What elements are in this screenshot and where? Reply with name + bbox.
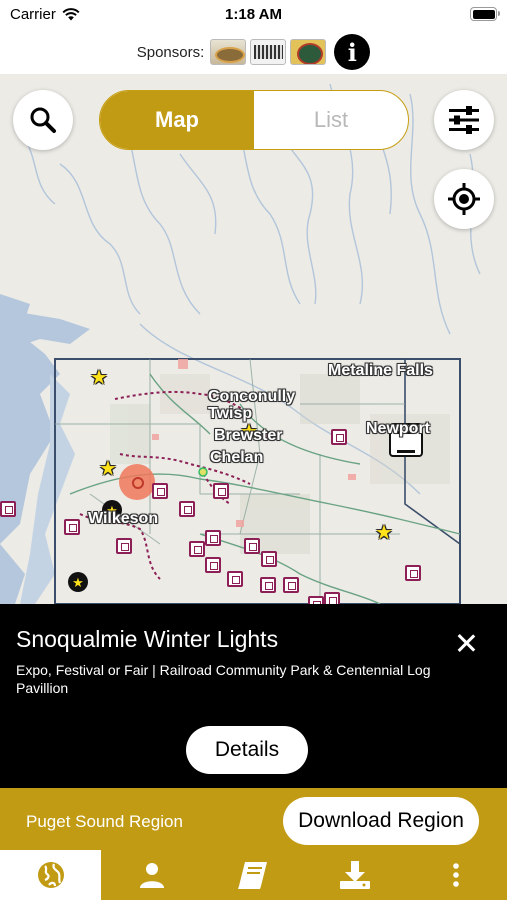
- crosshair-icon: [448, 183, 480, 215]
- tab-bar: [0, 850, 507, 900]
- event-marker[interactable]: [152, 483, 168, 499]
- more-vertical-icon: [453, 863, 460, 887]
- place-label: Metaline Falls: [328, 362, 433, 379]
- place-label: Newport: [366, 420, 430, 437]
- details-button[interactable]: Details: [186, 726, 308, 774]
- event-marker[interactable]: [116, 538, 132, 554]
- event-marker[interactable]: [64, 519, 80, 535]
- view-toggle[interactable]: Map List: [99, 90, 409, 150]
- sponsors-bar: Sponsors: i: [0, 30, 507, 74]
- map-tab[interactable]: Map: [100, 91, 254, 149]
- visited-star-marker[interactable]: ★: [68, 572, 88, 592]
- event-marker[interactable]: [283, 577, 299, 593]
- region-bar: Puget Sound Region Download Region: [0, 788, 507, 850]
- tab-map[interactable]: [0, 850, 102, 900]
- sponsors-label: Sponsors:: [136, 43, 205, 61]
- event-marker[interactable]: [405, 565, 421, 581]
- place-label: Brewster: [214, 427, 283, 444]
- event-marker[interactable]: [213, 483, 229, 499]
- event-marker[interactable]: [205, 557, 221, 573]
- event-marker[interactable]: [205, 530, 221, 546]
- map-view[interactable]: ★ ★ ★ ★ ★ ★ Metaline Falls Conconully Tw…: [0, 74, 507, 604]
- event-marker[interactable]: [260, 577, 276, 593]
- tab-guide[interactable]: [203, 850, 304, 900]
- tab-downloads[interactable]: [304, 850, 405, 900]
- close-icon[interactable]: [452, 630, 480, 658]
- event-marker[interactable]: [324, 592, 340, 604]
- tab-more[interactable]: [406, 850, 507, 900]
- favorite-star-marker[interactable]: ★: [99, 459, 117, 479]
- event-marker[interactable]: [331, 429, 347, 445]
- place-label: Chelan: [210, 449, 264, 466]
- sliders-icon: [449, 106, 479, 134]
- event-marker[interactable]: [179, 501, 195, 517]
- locate-button[interactable]: [434, 169, 494, 229]
- status-bar: Carrier 1:18 AM: [0, 0, 507, 30]
- status-time: 1:18 AM: [225, 6, 282, 23]
- list-tab[interactable]: List: [254, 91, 408, 149]
- search-button[interactable]: [13, 90, 73, 150]
- place-label: Twisp: [208, 405, 253, 422]
- sponsor-logo-1[interactable]: [210, 39, 247, 65]
- event-detail-panel: Snoqualmie Winter Lights Expo, Festival …: [0, 604, 507, 788]
- person-icon: [140, 863, 165, 888]
- region-name: Puget Sound Region: [26, 812, 183, 831]
- favorite-star-marker[interactable]: ★: [375, 523, 393, 543]
- event-subtitle: Expo, Festival or Fair | Railroad Commun…: [16, 662, 431, 696]
- event-marker[interactable]: [308, 596, 324, 604]
- event-marker[interactable]: [244, 538, 260, 554]
- favorite-star-marker[interactable]: ★: [90, 368, 108, 388]
- place-label: Wilkeson: [88, 510, 159, 527]
- filter-button[interactable]: [434, 90, 494, 150]
- book-icon: [238, 862, 268, 889]
- tab-profile[interactable]: [101, 850, 202, 900]
- selected-event-marker[interactable]: [119, 464, 155, 500]
- download-region-button[interactable]: Download Region: [283, 797, 479, 845]
- info-icon[interactable]: i: [334, 34, 371, 70]
- event-title: Snoqualmie Winter Lights: [16, 626, 279, 652]
- event-marker[interactable]: [0, 501, 16, 517]
- sponsor-logo-2[interactable]: [250, 39, 287, 65]
- sponsor-logo-3[interactable]: [290, 39, 327, 65]
- battery-icon: [470, 7, 500, 21]
- event-marker[interactable]: [261, 551, 277, 567]
- search-icon: [30, 107, 56, 133]
- globe-icon: [37, 862, 64, 888]
- place-label: Conconully: [208, 388, 296, 405]
- event-marker[interactable]: [227, 571, 243, 587]
- event-marker[interactable]: [189, 541, 205, 557]
- download-icon: [339, 861, 370, 889]
